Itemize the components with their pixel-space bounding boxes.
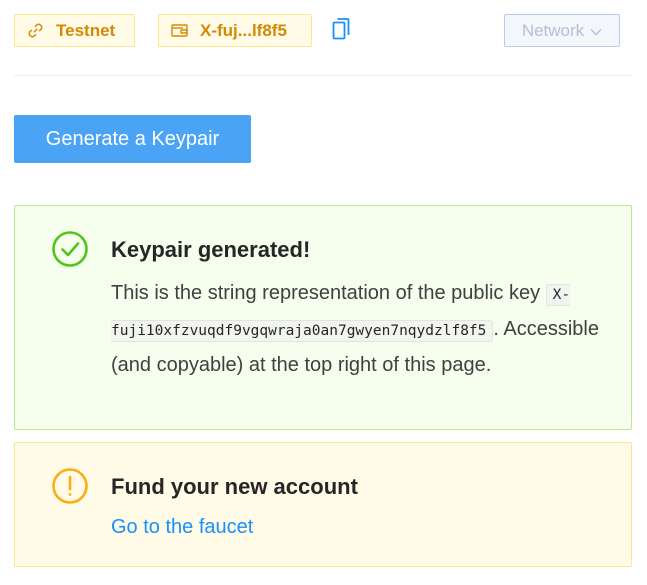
fund-account-alert: Fund your new account Go to the faucet — [14, 442, 632, 567]
success-alert-title: Keypair generated! — [111, 237, 311, 262]
description-text: This is the string representation of the… — [111, 282, 546, 304]
exclamation-circle-icon — [51, 467, 89, 505]
copy-icon[interactable] — [332, 17, 350, 41]
check-circle-icon — [51, 230, 89, 268]
divider — [14, 75, 632, 76]
wallet-icon — [171, 23, 188, 38]
generate-keypair-button[interactable]: Generate a Keypair — [14, 115, 251, 163]
network-dropdown-label: Network — [521, 20, 585, 40]
faucet-link[interactable]: Go to the faucet — [111, 516, 253, 539]
success-alert-description: This is the string representation of the… — [111, 276, 611, 382]
link-icon — [27, 22, 44, 39]
page: Testnet X-fuj...lf8f5 Network Generate a… — [0, 0, 647, 585]
network-tag: Testnet — [14, 14, 135, 47]
network-tag-label: Testnet — [56, 20, 116, 40]
header: Testnet X-fuj...lf8f5 Network — [14, 14, 620, 48]
address-tag-label: X-fuj...lf8f5 — [200, 20, 287, 40]
chevron-down-icon — [590, 21, 602, 41]
fund-alert-title: Fund your new account — [111, 474, 358, 499]
keypair-success-alert: Keypair generated! This is the string re… — [14, 205, 632, 430]
network-dropdown-button[interactable]: Network — [504, 14, 620, 47]
address-tag: X-fuj...lf8f5 — [158, 14, 312, 47]
